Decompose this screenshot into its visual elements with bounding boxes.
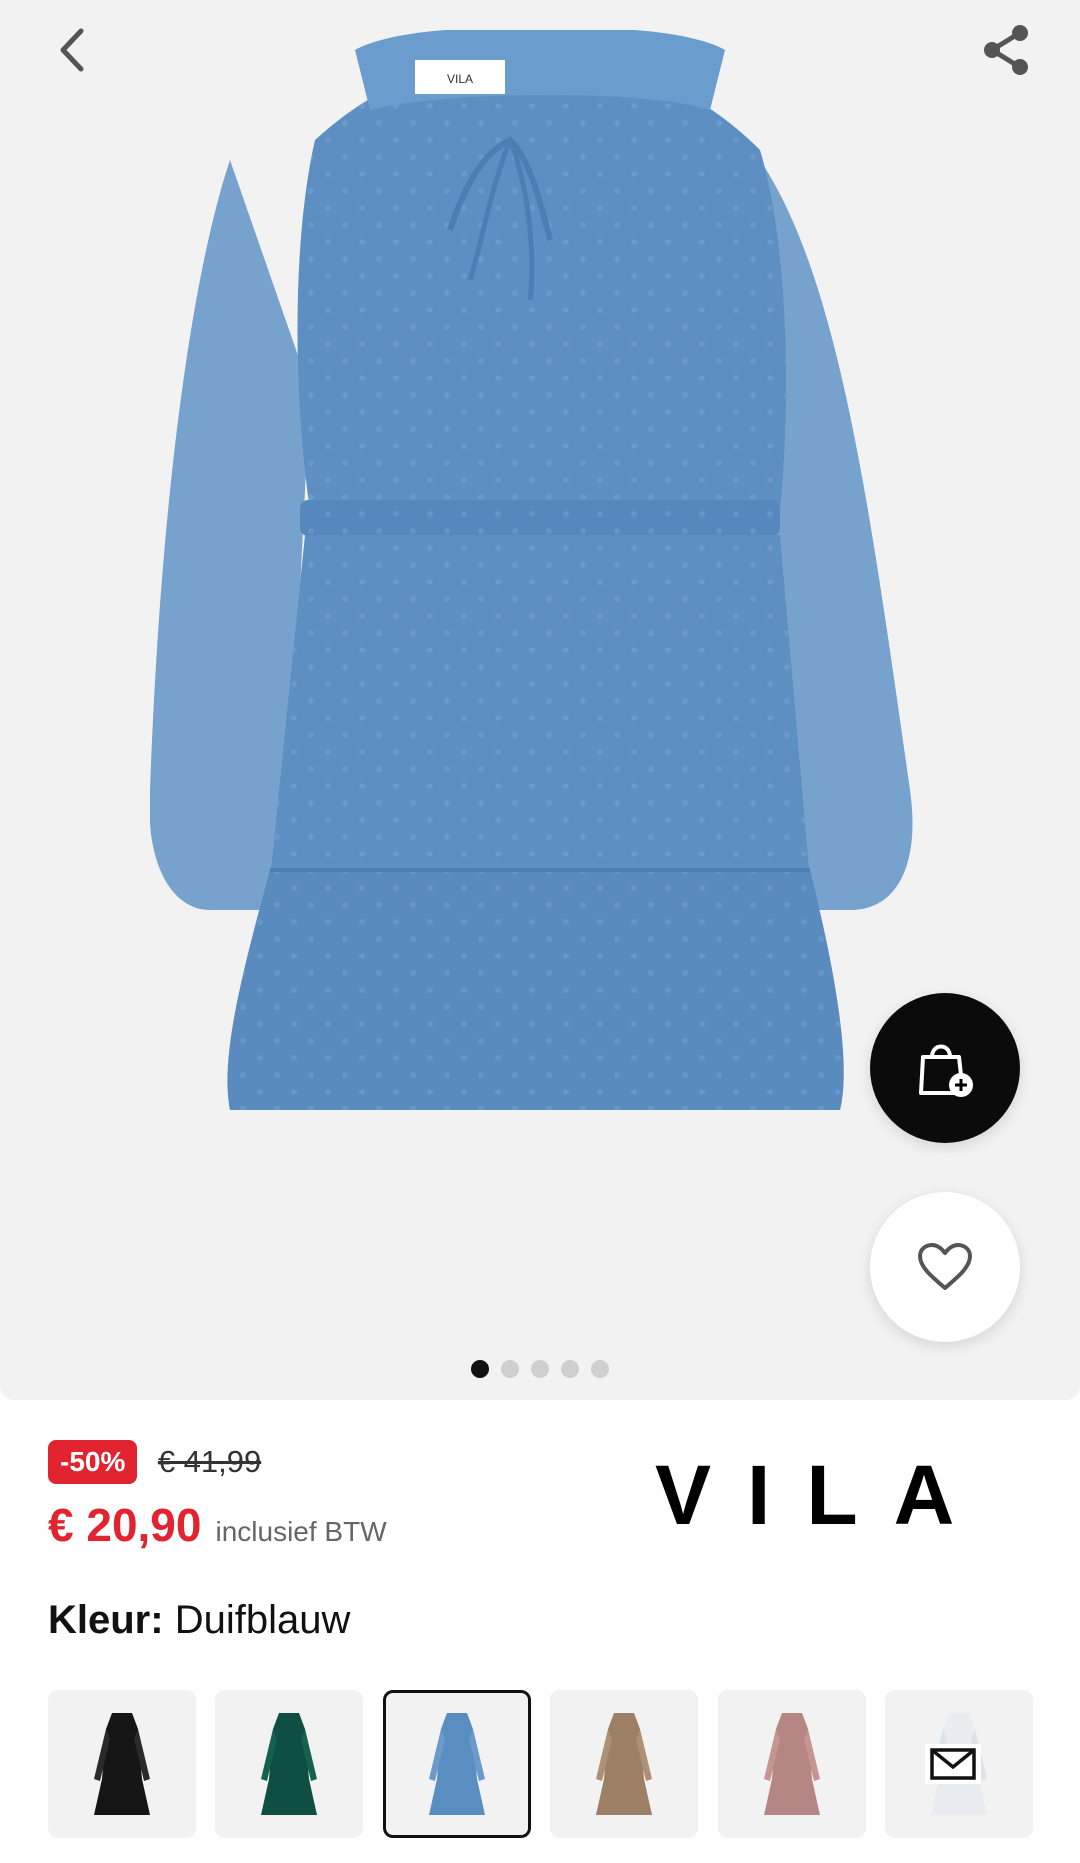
price-section: -50% € 41,99 € 20,90 inclusief BTW [48, 1440, 608, 1552]
color-label: Kleur: [48, 1598, 164, 1642]
pagination-dot-5[interactable] [591, 1360, 609, 1378]
swatch-black[interactable] [48, 1690, 196, 1838]
pagination-dot-3[interactable] [531, 1360, 549, 1378]
mail-icon [930, 1748, 976, 1780]
product-photo: VILA [149, 28, 930, 1310]
dress-label: VILA [447, 72, 473, 86]
discount-badge: -50% [48, 1440, 138, 1484]
vat-note: inclusief BTW [215, 1516, 387, 1547]
color-info: Kleur: Duifblauw [48, 1598, 350, 1643]
color-value: Duifblauw [174, 1598, 351, 1642]
swatch-green[interactable] [215, 1690, 364, 1838]
add-to-bag-button[interactable] [870, 993, 1020, 1143]
share-button[interactable] [976, 20, 1036, 80]
gallery-pagination [0, 1360, 1080, 1378]
heart-icon [918, 1243, 972, 1290]
dress-thumbnail [428, 1713, 485, 1815]
old-price: € 41,99 [157, 1444, 262, 1479]
bag-plus-icon [919, 1044, 973, 1097]
back-button[interactable] [44, 22, 100, 78]
swatch-white[interactable] [884, 1690, 1033, 1838]
color-swatches [48, 1690, 1033, 1840]
swatch-beige[interactable] [550, 1690, 699, 1838]
brand-logo[interactable]: VILA [655, 1453, 1035, 1537]
share-icon [984, 25, 1028, 75]
product-image-gallery[interactable]: VILA [0, 0, 1080, 1400]
pagination-dot-2[interactable] [501, 1360, 519, 1378]
swatch-rose[interactable] [717, 1690, 866, 1838]
swatch-blue[interactable] [382, 1690, 531, 1838]
wishlist-button[interactable] [870, 1192, 1020, 1342]
notify-me-button[interactable] [924, 1744, 981, 1784]
pagination-dot-1[interactable] [471, 1360, 489, 1378]
dress-thumbnail [763, 1713, 820, 1815]
dress-thumbnail [261, 1713, 318, 1815]
dress-thumbnail [596, 1713, 653, 1815]
dress-thumbnail [94, 1713, 150, 1815]
current-price: € 20,90 [48, 1499, 202, 1551]
pagination-dot-4[interactable] [561, 1360, 579, 1378]
chevron-left-icon [60, 28, 84, 72]
